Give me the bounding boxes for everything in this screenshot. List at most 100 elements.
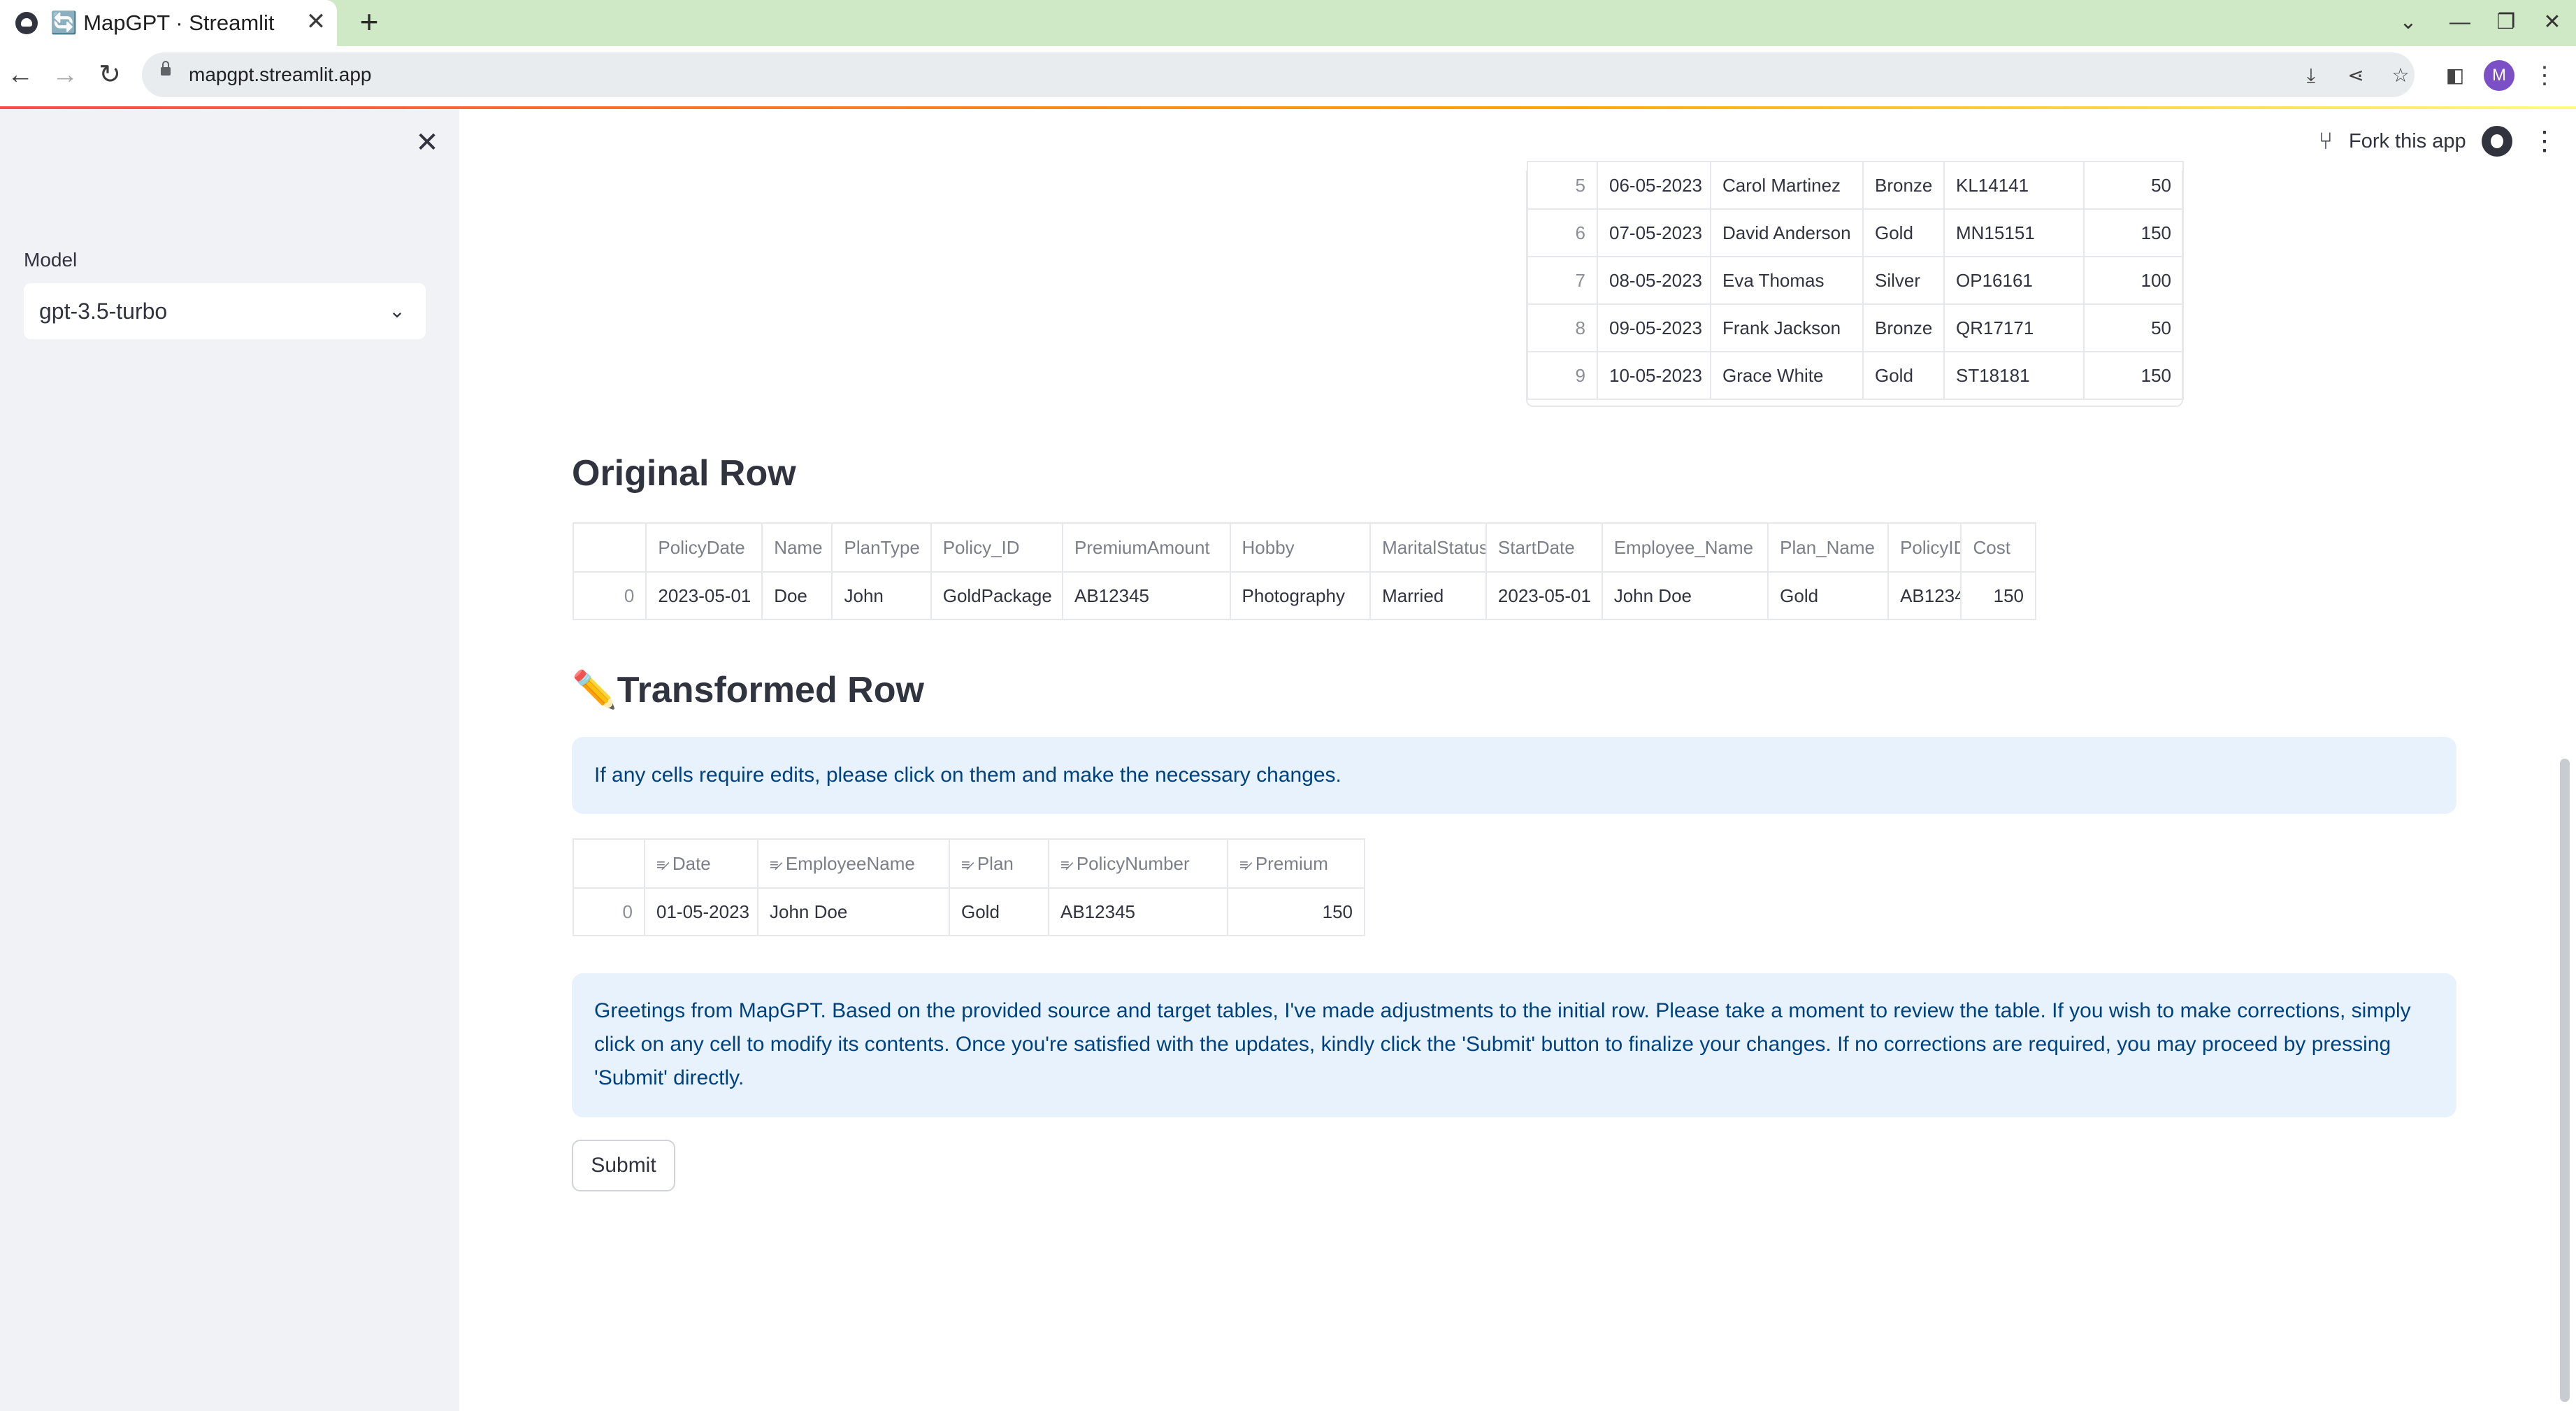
install-app-icon[interactable]: ⤓ xyxy=(2297,62,2325,89)
table-row[interactable]: 0 01-05-2023 John Doe Gold AB12345 150 xyxy=(573,887,1365,936)
new-tab-icon[interactable]: + xyxy=(354,6,384,39)
column-header[interactable]: Cost xyxy=(1960,522,2036,573)
close-sidebar-icon[interactable]: ✕ xyxy=(410,126,444,159)
table-cell[interactable]: AB12345 xyxy=(1062,571,1231,620)
table-cell[interactable]: 07-05-2023 xyxy=(1597,208,1711,257)
table-cell[interactable]: Doe xyxy=(761,571,833,620)
editable-cell[interactable]: 150 xyxy=(1227,887,1365,936)
fork-icon[interactable]: ⑂ xyxy=(2312,126,2340,157)
table-cell[interactable]: Grace White xyxy=(1710,351,1864,400)
main-menu-icon[interactable]: ⋮ xyxy=(2531,126,2559,157)
column-header[interactable]: Name xyxy=(761,522,833,573)
table-cell[interactable]: 150 xyxy=(1960,571,2036,620)
column-header[interactable]: PolicyID xyxy=(1887,522,1962,573)
column-header[interactable]: StartDate xyxy=(1485,522,1603,573)
editable-column-icon: ≡̷ xyxy=(770,855,779,873)
table-cell[interactable]: Eva Thomas xyxy=(1710,256,1864,305)
table-cell[interactable]: 50 xyxy=(2083,303,2184,352)
editable-column-icon: ≡̷ xyxy=(1060,855,1070,873)
editable-cell[interactable]: Gold xyxy=(949,887,1049,936)
restore-icon[interactable]: ❐ xyxy=(2489,7,2524,38)
table-cell[interactable]: OP16161 xyxy=(1943,256,2085,305)
column-header[interactable]: PremiumAmount xyxy=(1062,522,1231,573)
submit-button[interactable]: Submit xyxy=(572,1140,675,1191)
side-panel-icon[interactable]: ◧ xyxy=(2441,62,2469,89)
table-cell[interactable]: Photography xyxy=(1229,571,1372,620)
table-cell[interactable]: Bronze xyxy=(1862,303,1945,352)
column-header[interactable]: Plan_Name xyxy=(1767,522,1890,573)
original-row-table[interactable]: PolicyDate Name PlanType Policy_ID Premi… xyxy=(572,522,2036,620)
source-table[interactable]: 5 06-05-2023 Carol Martinez Bronze KL141… xyxy=(1527,161,2184,400)
chevron-down-icon[interactable]: ⌄ xyxy=(383,296,411,327)
table-cell[interactable]: Frank Jackson xyxy=(1710,303,1864,352)
editable-cell[interactable]: 01-05-2023 xyxy=(644,887,758,936)
table-cell[interactable]: 100 xyxy=(2083,256,2184,305)
table-cell[interactable]: 10-05-2023 xyxy=(1597,351,1711,400)
table-row[interactable]: 7 08-05-2023 Eva Thomas Silver OP16161 1… xyxy=(1527,256,2184,305)
table-cell[interactable]: Gold xyxy=(1862,208,1945,257)
table-row[interactable]: 5 06-05-2023 Carol Martinez Bronze KL141… xyxy=(1527,161,2184,210)
column-header[interactable]: Policy_ID xyxy=(930,522,1064,573)
table-cell[interactable]: 09-05-2023 xyxy=(1597,303,1711,352)
column-header[interactable]: ≡̷ Date xyxy=(644,838,758,889)
table-cell[interactable]: Silver xyxy=(1862,256,1945,305)
transformed-row-editor[interactable]: ≡̷ Date ≡̷ EmployeeName ≡̷ Plan ≡̷ PolicyNum… xyxy=(573,838,1365,936)
column-header[interactable]: ≡̷ PolicyNumber xyxy=(1048,838,1228,889)
column-header[interactable]: Employee_Name xyxy=(1601,522,1769,573)
table-cell[interactable]: 06-05-2023 xyxy=(1597,161,1711,210)
table-cell[interactable]: Carol Martinez xyxy=(1710,161,1864,210)
column-header[interactable]: PlanType xyxy=(831,522,932,573)
forward-icon[interactable]: → xyxy=(46,56,84,94)
column-header[interactable]: PolicyDate xyxy=(645,522,763,573)
column-header[interactable]: ≡̷ Plan xyxy=(949,838,1049,889)
minimize-icon[interactable]: — xyxy=(2442,7,2477,38)
window-close-icon[interactable]: ✕ xyxy=(2535,7,2570,38)
table-cell[interactable]: KL14141 xyxy=(1943,161,2085,210)
back-icon[interactable]: ← xyxy=(1,56,39,94)
transformed-row-heading: ✏️Transformed Row xyxy=(572,670,924,710)
table-cell[interactable]: John Doe xyxy=(1601,571,1769,620)
profile-avatar[interactable]: M xyxy=(2484,60,2514,91)
fork-app-button[interactable]: Fork this app xyxy=(2349,126,2466,157)
table-cell[interactable]: 50 xyxy=(2083,161,2184,210)
browser-menu-icon[interactable]: ⋮ xyxy=(2531,62,2559,89)
model-select-value[interactable]: gpt-3.5-turbo xyxy=(39,296,167,327)
bookmark-star-icon[interactable]: ☆ xyxy=(2387,62,2415,89)
editable-cell[interactable]: John Doe xyxy=(757,887,950,936)
table-cell[interactable]: Gold xyxy=(1862,351,1945,400)
table-row[interactable]: 6 07-05-2023 David Anderson Gold MN15151… xyxy=(1527,208,2184,257)
table-cell[interactable]: 2023-05-01 xyxy=(1485,571,1603,620)
table-cell[interactable]: AB12345 xyxy=(1887,571,1962,620)
table-row[interactable]: 8 09-05-2023 Frank Jackson Bronze QR1717… xyxy=(1527,303,2184,352)
table-cell[interactable]: David Anderson xyxy=(1710,208,1864,257)
table-cell[interactable]: Married xyxy=(1369,571,1487,620)
tab-search-icon[interactable]: ⌄ xyxy=(2391,7,2426,38)
table-cell[interactable]: QR17171 xyxy=(1943,303,2085,352)
page-scrollbar[interactable] xyxy=(2560,759,2570,1402)
table-header-row: ≡̷ Date ≡̷ EmployeeName ≡̷ Plan ≡̷ PolicyNum… xyxy=(573,838,1365,889)
table-cell[interactable]: 2023-05-01 xyxy=(645,571,763,620)
column-header[interactable]: Hobby xyxy=(1229,522,1372,573)
tab-close-icon[interactable]: ✕ xyxy=(302,6,330,37)
table-cell[interactable]: MN15151 xyxy=(1943,208,2085,257)
table-cell[interactable]: ST18181 xyxy=(1943,351,2085,400)
column-header[interactable]: MaritalStatus xyxy=(1369,522,1487,573)
table-cell[interactable]: 150 xyxy=(2083,208,2184,257)
table-row[interactable]: 9 10-05-2023 Grace White Gold ST18181 15… xyxy=(1527,351,2184,400)
address-bar[interactable] xyxy=(142,52,2415,97)
url-text[interactable]: mapgpt.streamlit.app xyxy=(189,61,371,89)
edit-instructions-alert: If any cells require edits, please click… xyxy=(572,737,2456,814)
column-header[interactable]: ≡̷ EmployeeName xyxy=(757,838,950,889)
table-row[interactable]: 0 2023-05-01 Doe John GoldPackage AB1234… xyxy=(572,571,2036,620)
table-cell[interactable]: Gold xyxy=(1767,571,1890,620)
reload-icon[interactable]: ↻ xyxy=(91,56,129,94)
github-icon[interactable] xyxy=(2482,126,2512,157)
table-cell[interactable]: Bronze xyxy=(1862,161,1945,210)
table-cell[interactable]: GoldPackage xyxy=(930,571,1064,620)
table-cell[interactable]: 150 xyxy=(2083,351,2184,400)
editable-cell[interactable]: AB12345 xyxy=(1048,887,1228,936)
share-icon[interactable]: ⋖ xyxy=(2342,62,2370,89)
column-header[interactable]: ≡̷ Premium xyxy=(1227,838,1365,889)
table-cell[interactable]: 08-05-2023 xyxy=(1597,256,1711,305)
table-cell[interactable]: John xyxy=(831,571,932,620)
